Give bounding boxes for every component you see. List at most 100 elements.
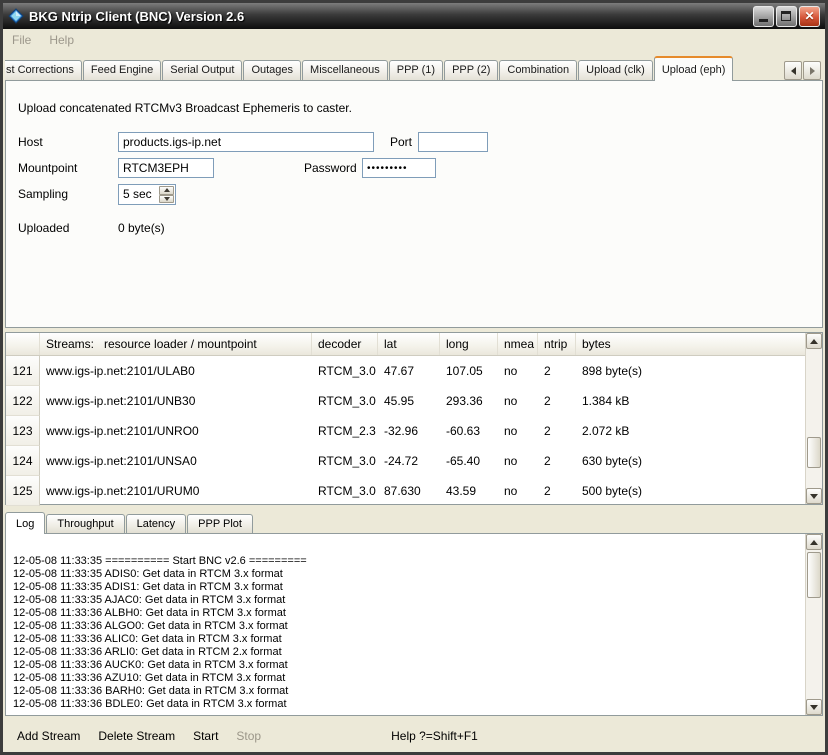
sampling-value: 5 sec xyxy=(123,187,152,201)
log-line: 12-05-08 11:33:36 AUCK0: Get data in RTC… xyxy=(13,659,798,672)
scroll-up-button[interactable] xyxy=(806,333,822,349)
scrollbar-track[interactable] xyxy=(806,349,822,488)
bottom-tab-log[interactable]: Log xyxy=(5,512,45,534)
stream-row[interactable]: 122 www.igs-ip.net:2101/UNB30 RTCM_3.0 4… xyxy=(6,386,805,416)
column-bytes[interactable]: bytes xyxy=(576,333,805,355)
cell-ntrip: 2 xyxy=(538,416,576,446)
maximize-button[interactable] xyxy=(776,6,797,27)
column-ntrip[interactable]: ntrip xyxy=(538,333,576,355)
start-button[interactable]: Start xyxy=(187,725,224,747)
cell-lat: 87.630 xyxy=(378,476,440,506)
window-controls: ✕ xyxy=(751,6,820,27)
mountpoint-label: Mountpoint xyxy=(18,161,77,175)
cell-decoder: RTCM_3.0 xyxy=(312,356,378,386)
tab-st-corrections[interactable]: st Corrections xyxy=(5,60,82,80)
log-line: 12-05-08 11:33:36 BDLE0: Get data in RTC… xyxy=(13,698,798,711)
cell-bytes: 1.384 kB xyxy=(576,386,805,416)
bottom-tab-latency[interactable]: Latency xyxy=(126,514,187,533)
stream-row[interactable]: 124 www.igs-ip.net:2101/UNSA0 RTCM_3.0 -… xyxy=(6,446,805,476)
tab-bar: st CorrectionsFeed EngineSerial OutputOu… xyxy=(5,55,823,81)
spin-up-icon xyxy=(164,188,170,192)
column-lat[interactable]: lat xyxy=(378,333,440,355)
password-input[interactable] xyxy=(362,158,436,178)
sampling-spinner[interactable]: 5 sec xyxy=(118,184,176,205)
tab-combination[interactable]: Combination xyxy=(499,60,577,80)
upload-eph-panel: Upload concatenated RTCMv3 Broadcast Eph… xyxy=(5,80,823,328)
cell-decoder: RTCM_3.0 xyxy=(312,476,378,506)
uploaded-label: Uploaded xyxy=(18,221,69,235)
port-input[interactable] xyxy=(418,132,488,152)
cell-nmea: no xyxy=(498,476,538,506)
delete-stream-button[interactable]: Delete Stream xyxy=(92,725,181,747)
log-lines[interactable]: 12-05-08 11:33:35 ========== Start BNC v… xyxy=(7,535,804,714)
bottom-toolbar: Add Stream Delete Stream Start Stop Help… xyxy=(3,719,825,752)
log-line: 12-05-08 11:33:35 ADIS0: Get data in RTC… xyxy=(13,568,798,581)
scroll-down-button[interactable] xyxy=(806,488,822,504)
help-hint: Help ?=Shift+F1 xyxy=(391,729,478,743)
row-number: 122 xyxy=(6,386,40,416)
bottom-tab-bar: LogThroughputLatencyPPP Plot xyxy=(5,512,254,534)
tab-upload-eph-[interactable]: Upload (eph) xyxy=(654,56,734,81)
cell-resource: www.igs-ip.net:2101/ULAB0 xyxy=(40,356,312,386)
scroll-down-icon xyxy=(810,494,818,499)
add-stream-button[interactable]: Add Stream xyxy=(11,725,86,747)
close-button[interactable]: ✕ xyxy=(799,6,820,27)
menu-file[interactable]: File xyxy=(12,33,31,47)
minimize-button[interactable] xyxy=(753,6,774,27)
cell-nmea: no xyxy=(498,386,538,416)
port-label: Port xyxy=(390,135,412,149)
menu-help[interactable]: Help xyxy=(49,33,74,47)
scroll-down-button[interactable] xyxy=(806,699,822,715)
sampling-label: Sampling xyxy=(18,187,68,201)
host-label: Host xyxy=(18,135,43,149)
cell-resource: www.igs-ip.net:2101/URUM0 xyxy=(40,476,312,506)
mountpoint-input[interactable] xyxy=(118,158,214,178)
column-long[interactable]: long xyxy=(440,333,498,355)
host-input[interactable] xyxy=(118,132,374,152)
close-icon: ✕ xyxy=(804,10,814,22)
log-scrollbar[interactable] xyxy=(805,534,822,715)
tab-scroll-right-button[interactable] xyxy=(803,61,821,80)
spin-up-button[interactable] xyxy=(159,186,174,195)
minimize-icon xyxy=(759,19,768,22)
tab-outages[interactable]: Outages xyxy=(243,60,301,80)
log-line: 12-05-08 11:33:35 ADIS1: Get data in RTC… xyxy=(13,581,798,594)
panel-description: Upload concatenated RTCMv3 Broadcast Eph… xyxy=(18,101,352,115)
cell-bytes: 500 byte(s) xyxy=(576,476,805,506)
scrollbar-thumb[interactable] xyxy=(807,552,821,598)
stop-button[interactable]: Stop xyxy=(230,725,267,747)
streams-header: Streams: resource loader / mountpoint de… xyxy=(6,333,805,356)
tab-scroll-left-button[interactable] xyxy=(784,61,802,80)
scroll-up-button[interactable] xyxy=(806,534,822,550)
stream-row[interactable]: 125 www.igs-ip.net:2101/URUM0 RTCM_3.0 8… xyxy=(6,476,805,506)
cell-nmea: no xyxy=(498,416,538,446)
tab-ppp-2-[interactable]: PPP (2) xyxy=(444,60,498,80)
cell-lat: 47.67 xyxy=(378,356,440,386)
bottom-tab-ppp-plot[interactable]: PPP Plot xyxy=(187,514,253,533)
streams-scrollbar[interactable] xyxy=(805,333,822,504)
log-line: 12-05-08 11:33:36 BARH0: Get data in RTC… xyxy=(13,685,798,698)
spin-down-button[interactable] xyxy=(159,195,174,204)
spinner-buttons xyxy=(159,186,174,203)
cell-ntrip: 2 xyxy=(538,476,576,506)
column-nmea[interactable]: nmea xyxy=(498,333,538,355)
left-arrow-icon xyxy=(791,67,796,75)
tab-ppp-1-[interactable]: PPP (1) xyxy=(389,60,443,80)
tab-feed-engine[interactable]: Feed Engine xyxy=(83,60,161,80)
cell-bytes: 630 byte(s) xyxy=(576,446,805,476)
cell-resource: www.igs-ip.net:2101/UNSA0 xyxy=(40,446,312,476)
scroll-up-icon xyxy=(810,339,818,344)
title-bar[interactable]: BKG Ntrip Client (BNC) Version 2.6 ✕ xyxy=(3,3,825,29)
stream-row[interactable]: 121 www.igs-ip.net:2101/ULAB0 RTCM_3.0 4… xyxy=(6,356,805,386)
scrollbar-track[interactable] xyxy=(806,550,822,699)
tab-miscellaneous[interactable]: Miscellaneous xyxy=(302,60,388,80)
tab-upload-clk-[interactable]: Upload (clk) xyxy=(578,60,653,80)
tab-serial-output[interactable]: Serial Output xyxy=(162,60,242,80)
log-line: 12-05-08 11:33:36 ALIC0: Get data in RTC… xyxy=(13,633,798,646)
bottom-tab-throughput[interactable]: Throughput xyxy=(46,514,124,533)
column-resource[interactable]: Streams: resource loader / mountpoint xyxy=(40,333,312,355)
cell-lat: -32.96 xyxy=(378,416,440,446)
stream-row[interactable]: 123 www.igs-ip.net:2101/UNRO0 RTCM_2.3 -… xyxy=(6,416,805,446)
column-decoder[interactable]: decoder xyxy=(312,333,378,355)
scrollbar-thumb[interactable] xyxy=(807,437,821,468)
